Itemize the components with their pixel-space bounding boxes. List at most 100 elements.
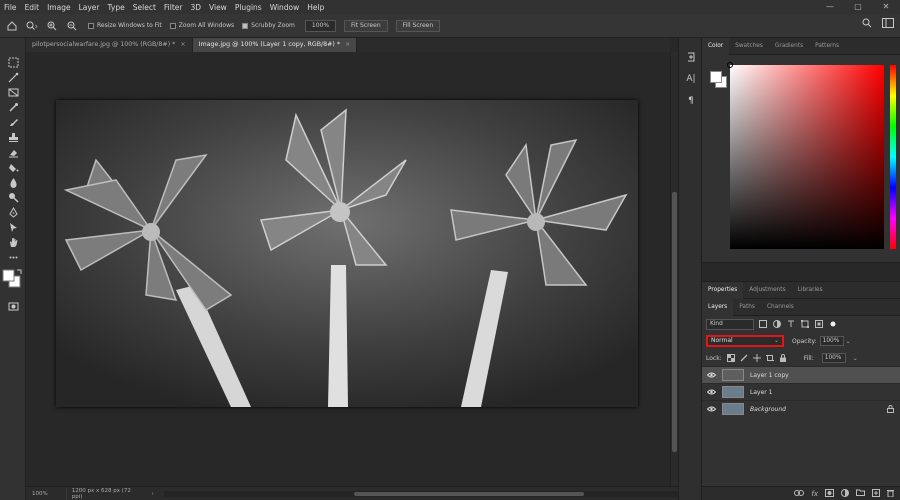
menu-filter[interactable]: Filter (160, 3, 187, 12)
layer-name[interactable]: Layer 1 copy (750, 372, 789, 379)
lock-all-icon[interactable] (779, 354, 787, 362)
adjustment-layer-icon[interactable] (841, 488, 849, 499)
eyedropper-tool-icon[interactable] (7, 101, 19, 113)
close-tab-icon[interactable]: × (345, 41, 350, 48)
pen-tool-icon[interactable] (7, 206, 19, 218)
more-tools-icon[interactable] (7, 251, 19, 263)
hand-tool-icon[interactable] (7, 236, 19, 248)
vertical-scroll-thumb[interactable] (672, 192, 677, 452)
menu-layer[interactable]: Layer (75, 3, 104, 12)
lock-transparent-icon[interactable] (726, 354, 735, 362)
frame-tool-icon[interactable] (7, 86, 19, 98)
eye-icon[interactable] (702, 372, 720, 378)
hue-slider[interactable] (890, 65, 896, 249)
blend-mode-dropdown[interactable]: Normal ⌄ (706, 335, 784, 347)
type-filter-icon[interactable] (786, 319, 796, 329)
tab-color[interactable]: Color (702, 37, 730, 55)
eraser-tool-icon[interactable] (7, 146, 19, 158)
eye-icon[interactable] (702, 406, 720, 412)
menu-select[interactable]: Select (129, 3, 160, 12)
paragraph-panel-icon[interactable]: ¶ (684, 94, 698, 108)
pixel-filter-icon[interactable] (758, 319, 768, 329)
menu-image[interactable]: Image (43, 3, 75, 12)
link-layers-icon[interactable] (794, 489, 805, 498)
group-icon[interactable] (856, 489, 865, 498)
lock-image-icon[interactable] (740, 354, 748, 362)
adjustment-filter-icon[interactable] (772, 319, 782, 329)
status-chevron-icon[interactable]: › (152, 491, 154, 497)
tab-swatches[interactable]: Swatches (729, 38, 769, 55)
foreground-background-swatch-icon[interactable] (1, 268, 23, 290)
vertical-scrollbar[interactable] (670, 52, 678, 486)
fit-screen-button[interactable]: Fit Screen (344, 19, 388, 32)
zoom-out-icon[interactable] (64, 18, 80, 34)
gradient-tool-icon[interactable] (7, 161, 19, 173)
chevron-down-icon[interactable]: ⌄ (853, 355, 858, 362)
chevron-down-icon[interactable]: ⌄ (846, 338, 851, 345)
fill-field[interactable]: 100% (821, 353, 846, 363)
fill-screen-button[interactable]: Fill Screen (395, 19, 441, 32)
layer-name[interactable]: Layer 1 (750, 389, 772, 396)
menu-edit[interactable]: Edit (21, 3, 44, 12)
stamp-tool-icon[interactable] (7, 131, 19, 143)
layer-style-icon[interactable]: fx (811, 490, 818, 498)
tab-pilotpersocialwarfare[interactable]: pilotpersocialwarfare.jpg @ 100% (RGB/8#… (26, 38, 193, 52)
menu-file[interactable]: File (0, 3, 21, 12)
tab-patterns[interactable]: Patterns (809, 38, 845, 55)
menu-help[interactable]: Help (303, 3, 328, 12)
smart-object-filter-icon[interactable] (814, 319, 824, 329)
tab-image-active[interactable]: Image.jpg @ 100% (Layer 1 copy, RGB/8#) … (192, 38, 358, 52)
magic-wand-tool-icon[interactable] (7, 71, 19, 83)
eye-icon[interactable] (702, 389, 720, 395)
layer-row-background[interactable]: Background (702, 400, 900, 417)
status-zoom[interactable]: 100% (26, 491, 56, 497)
tab-layers[interactable]: Layers (702, 298, 734, 316)
status-document-info[interactable]: 1200 px x 628 px (72 ppi) (65, 487, 148, 500)
workspace-icon[interactable] (882, 18, 894, 30)
tab-paths[interactable]: Paths (733, 299, 761, 316)
color-field[interactable] (727, 62, 884, 249)
home-icon[interactable] (4, 18, 20, 34)
dodge-tool-icon[interactable] (7, 191, 19, 203)
tab-channels[interactable]: Channels (761, 299, 800, 316)
tab-adjustments[interactable]: Adjustments (743, 282, 791, 299)
layer-name[interactable]: Background (750, 406, 786, 413)
color-picker-marker[interactable] (727, 62, 733, 68)
shape-filter-icon[interactable] (800, 319, 810, 329)
document-image[interactable] (56, 100, 638, 407)
menu-window[interactable]: Window (266, 3, 304, 12)
lock-artboard-icon[interactable] (765, 354, 774, 362)
close-window-button[interactable]: ✕ (872, 0, 900, 14)
lock-position-icon[interactable] (752, 354, 761, 362)
tab-properties[interactable]: Properties (702, 281, 744, 299)
zoom-percent-field[interactable]: 100% (304, 19, 337, 32)
zoom-all-windows-checkbox[interactable]: Zoom All Windows (169, 22, 234, 29)
marquee-tool-icon[interactable] (7, 56, 19, 68)
character-panel-icon[interactable]: A| (684, 72, 698, 86)
opacity-field[interactable]: 100% (819, 336, 844, 346)
zoom-in-icon[interactable] (44, 18, 60, 34)
scrubby-zoom-checkbox[interactable]: Scrubby Zoom (242, 22, 295, 29)
layer-kind-filter[interactable]: Kind (706, 318, 754, 330)
new-layer-icon[interactable] (872, 488, 880, 499)
maximize-button[interactable]: ▢ (844, 0, 872, 14)
path-selection-tool-icon[interactable] (7, 221, 19, 233)
menu-3d[interactable]: 3D (186, 3, 205, 12)
filter-toggle-icon[interactable] (828, 319, 838, 329)
layer-mask-icon[interactable] (825, 488, 834, 499)
menu-view[interactable]: View (205, 3, 231, 12)
blur-tool-icon[interactable] (7, 176, 19, 188)
tab-libraries[interactable]: Libraries (792, 282, 829, 299)
history-panel-icon[interactable] (684, 50, 698, 64)
zoom-tool-icon[interactable] (24, 18, 40, 34)
close-tab-icon[interactable]: × (180, 41, 185, 48)
menu-type[interactable]: Type (104, 3, 129, 12)
tab-gradients[interactable]: Gradients (769, 38, 809, 55)
layer-row-layer-1-copy[interactable]: Layer 1 copy (702, 366, 900, 383)
delete-layer-icon[interactable] (887, 489, 894, 499)
horizontal-scrollbar[interactable] (163, 490, 678, 497)
foreground-color-swatch[interactable] (710, 71, 722, 83)
minimize-button[interactable]: — (816, 0, 844, 14)
menu-plugins[interactable]: Plugins (231, 3, 266, 12)
search-icon[interactable] (862, 18, 872, 30)
